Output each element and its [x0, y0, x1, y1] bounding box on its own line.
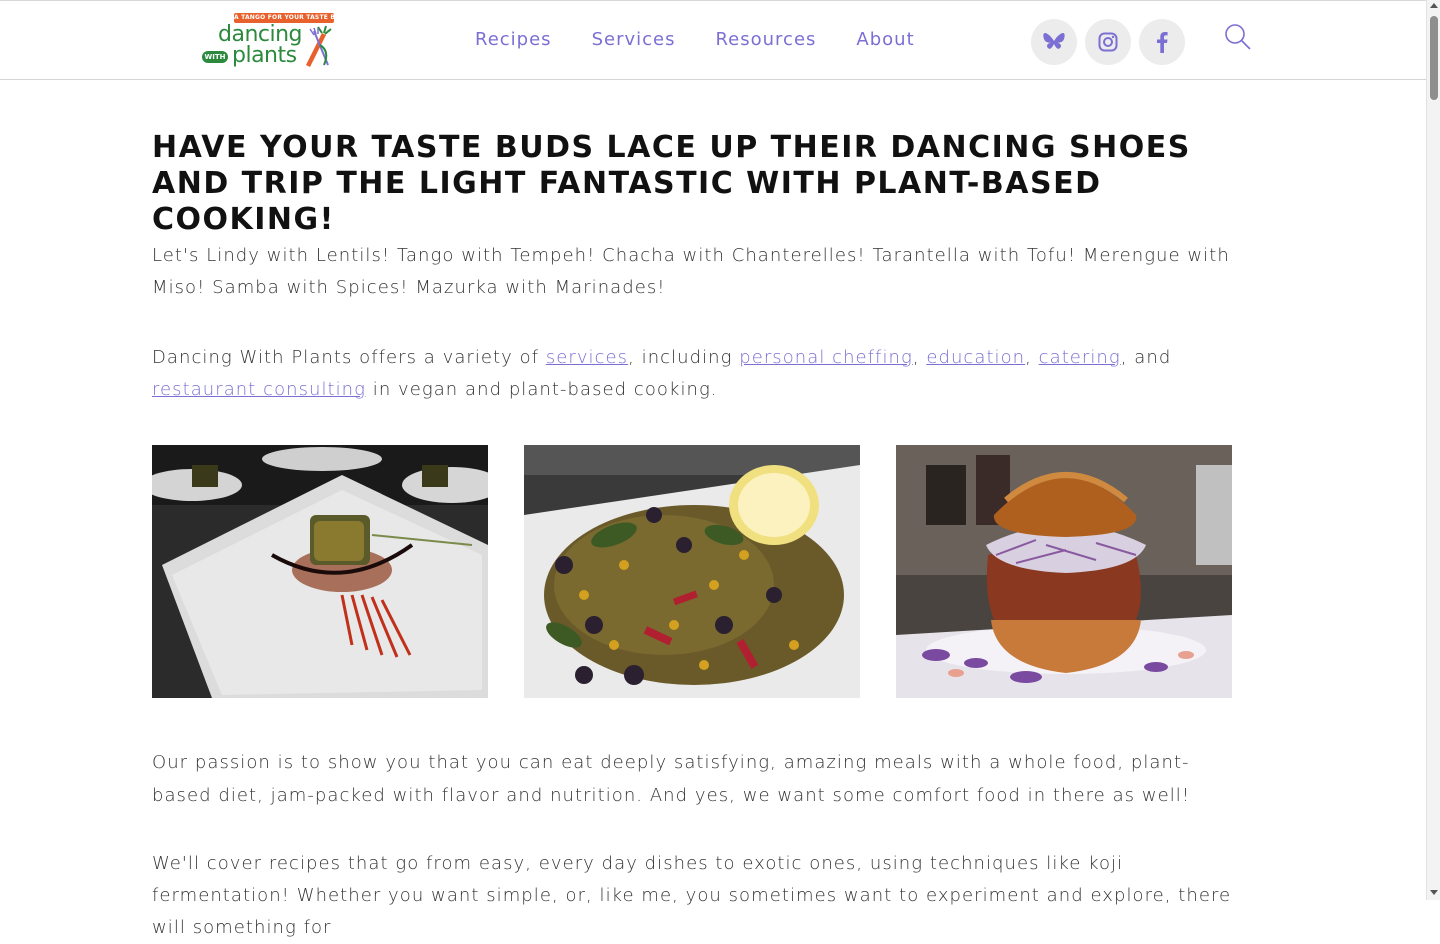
- food-photo-grain-salad: [524, 445, 860, 698]
- facebook-icon: [1157, 32, 1168, 53]
- vertical-scrollbar[interactable]: [1426, 0, 1440, 900]
- education-link[interactable]: education: [926, 347, 1025, 368]
- nav-about[interactable]: About: [856, 29, 914, 50]
- nav-recipes[interactable]: Recipes: [475, 29, 552, 50]
- catering-link[interactable]: catering: [1039, 347, 1121, 368]
- main-nav: Recipes Services Resources About: [475, 29, 955, 50]
- food-photo-sandwich: [896, 445, 1232, 698]
- logo-text-with: WITH: [202, 51, 228, 63]
- restaurant-consulting-link[interactable]: restaurant consulting: [152, 379, 366, 400]
- text: Dancing With Plants offers a variety of: [152, 347, 546, 368]
- text: , including: [628, 347, 740, 368]
- instagram-icon: [1098, 32, 1118, 52]
- intro-paragraph: Let's Lindy with Lentils! Tango with Tem…: [152, 245, 1230, 298]
- bluesky-link[interactable]: [1031, 19, 1077, 65]
- nav-resources[interactable]: Resources: [715, 29, 816, 50]
- scroll-up-arrow-icon[interactable]: [1430, 3, 1438, 8]
- site-header: A TANGO FOR YOUR TASTE BUDS dancing WITH…: [0, 1, 1426, 80]
- personal-cheffing-link[interactable]: personal cheffing: [739, 347, 913, 368]
- instagram-link[interactable]: [1085, 19, 1131, 65]
- page-heading: HAVE YOUR TASTE BUDS LACE UP THEIR DANCI…: [152, 130, 1191, 237]
- recipes-paragraph: We'll cover recipes that go from easy, e…: [152, 853, 1232, 938]
- scroll-down-arrow-icon[interactable]: [1430, 890, 1438, 895]
- facebook-link[interactable]: [1139, 19, 1185, 65]
- carrot-fork-icon: [306, 25, 332, 67]
- food-photo-plated-dish: [152, 445, 488, 698]
- scrollbar-thumb[interactable]: [1430, 16, 1438, 100]
- services-paragraph: Dancing With Plants offers a variety of …: [152, 342, 1242, 406]
- nav-services[interactable]: Services: [592, 29, 676, 50]
- logo-text-plants: plants: [232, 43, 297, 68]
- services-link[interactable]: services: [546, 347, 628, 368]
- text: in vegan and plant-based cooking.: [366, 379, 718, 400]
- bluesky-icon: [1043, 33, 1065, 49]
- text: , and: [1120, 347, 1172, 368]
- site-logo[interactable]: A TANGO FOR YOUR TASTE BUDS dancing WITH…: [200, 13, 336, 71]
- passion-paragraph: Our passion is to show you that you can …: [152, 752, 1191, 806]
- text: ,: [912, 347, 927, 368]
- search-button[interactable]: [1224, 23, 1252, 51]
- search-icon: [1225, 24, 1251, 50]
- text: ,: [1025, 347, 1039, 368]
- main-content: HAVE YOUR TASTE BUDS LACE UP THEIR DANCI…: [152, 130, 1232, 938]
